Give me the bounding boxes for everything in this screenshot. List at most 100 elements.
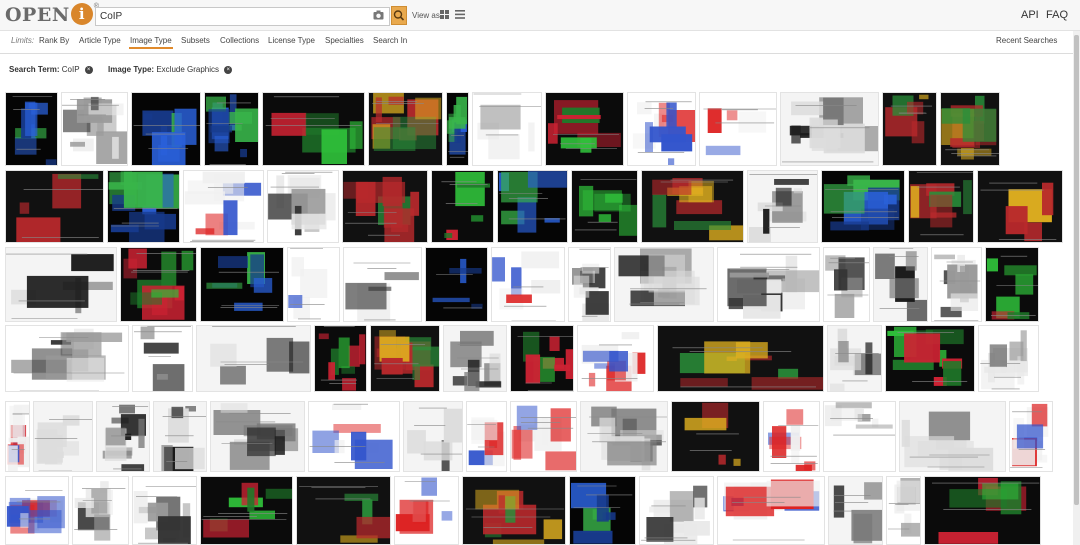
result-thumbnail[interactable] [491,247,565,322]
result-thumbnail[interactable] [425,247,488,322]
result-thumbnail[interactable] [823,247,870,322]
result-thumbnail[interactable] [931,247,982,322]
result-thumbnail[interactable] [200,247,284,322]
result-thumbnail[interactable] [1009,401,1053,472]
result-thumbnail[interactable] [446,92,469,166]
recent-searches-link[interactable]: Recent Searches [996,36,1057,45]
result-thumbnail[interactable] [571,170,638,243]
list-view-icon[interactable] [455,10,465,19]
filter-search-in[interactable]: Search In [373,36,407,45]
result-thumbnail[interactable] [823,401,896,472]
result-thumbnail[interactable] [394,476,459,545]
result-thumbnail[interactable] [370,325,440,392]
remove-search-term-icon[interactable]: × [84,65,93,74]
result-thumbnail[interactable] [120,247,197,322]
result-thumbnail[interactable] [510,401,577,472]
result-thumbnail[interactable] [639,476,714,545]
result-thumbnail[interactable] [940,92,1000,166]
result-thumbnail[interactable] [577,325,654,392]
search-button[interactable] [391,6,407,25]
result-thumbnail[interactable] [827,325,882,392]
openi-logo[interactable]: OPEN i ® [5,3,99,27]
faq-link[interactable]: FAQ [1046,9,1068,21]
result-thumbnail[interactable] [5,170,104,243]
result-thumbnail[interactable] [5,92,58,166]
result-thumbnail[interactable] [5,325,129,392]
result-thumbnail[interactable] [287,247,340,322]
filter-collections[interactable]: Collections [220,36,259,45]
result-thumbnail[interactable] [5,476,69,545]
result-thumbnail[interactable] [545,92,624,166]
result-thumbnail[interactable] [873,247,928,322]
filter-image-type[interactable]: Image Type [130,36,172,45]
result-thumbnail[interactable] [780,92,879,166]
scrollbar-thumb[interactable] [1074,35,1079,505]
result-thumbnail[interactable] [882,92,937,166]
result-thumbnail[interactable] [717,476,825,545]
result-thumbnail[interactable] [763,401,820,472]
result-thumbnail[interactable] [466,401,507,472]
result-thumbnail[interactable] [885,325,975,392]
result-thumbnail[interactable] [314,325,367,392]
result-thumbnail[interactable] [61,92,128,166]
grid-view-icon[interactable] [440,10,449,19]
result-thumbnail[interactable] [924,476,1041,545]
camera-icon[interactable] [373,10,384,20]
result-thumbnail[interactable] [580,401,668,472]
result-thumbnail[interactable] [899,401,1006,472]
result-thumbnail[interactable] [699,92,777,166]
result-thumbnail[interactable] [747,170,818,243]
result-thumbnail[interactable] [5,401,30,472]
result-thumbnail[interactable] [343,247,422,322]
result-thumbnail[interactable] [908,170,974,243]
result-thumbnail[interactable] [821,170,905,243]
api-link[interactable]: API [1021,9,1039,21]
result-thumbnail[interactable] [978,325,1039,392]
result-thumbnail[interactable] [431,170,494,243]
result-thumbnail[interactable] [368,92,443,166]
result-thumbnail[interactable] [462,476,566,545]
vertical-scrollbar[interactable] [1073,31,1080,545]
filter-rank-by[interactable]: Rank By [39,36,69,45]
result-thumbnail[interactable] [107,170,180,243]
result-thumbnail[interactable] [828,476,883,545]
result-thumbnail[interactable] [472,92,542,166]
result-thumbnail[interactable] [267,170,339,243]
result-thumbnail[interactable] [96,401,150,472]
result-thumbnail[interactable] [131,92,201,166]
result-thumbnail[interactable] [183,170,264,243]
filter-specialties[interactable]: Specialties [325,36,364,45]
result-thumbnail[interactable] [342,170,428,243]
filter-article-type[interactable]: Article Type [79,36,121,45]
result-thumbnail[interactable] [210,401,305,472]
result-thumbnail[interactable] [985,247,1039,322]
filter-license-type[interactable]: License Type [268,36,315,45]
result-thumbnail[interactable] [5,247,117,322]
result-thumbnail[interactable] [33,401,93,472]
result-thumbnail[interactable] [886,476,921,545]
result-thumbnail[interactable] [717,247,820,322]
result-thumbnail[interactable] [641,170,744,243]
result-thumbnail[interactable] [569,476,636,545]
result-thumbnail[interactable] [510,325,574,392]
result-thumbnail[interactable] [403,401,463,472]
result-thumbnail[interactable] [627,92,696,166]
result-thumbnail[interactable] [132,476,197,545]
result-thumbnail[interactable] [497,170,568,243]
result-thumbnail[interactable] [977,170,1063,243]
remove-image-type-icon[interactable]: × [224,65,233,74]
result-thumbnail[interactable] [262,92,365,166]
result-thumbnail[interactable] [132,325,193,392]
result-thumbnail[interactable] [296,476,391,545]
result-thumbnail[interactable] [204,92,259,166]
result-thumbnail[interactable] [153,401,207,472]
result-thumbnail[interactable] [568,247,611,322]
result-thumbnail[interactable] [443,325,507,392]
result-thumbnail[interactable] [657,325,824,392]
search-input[interactable] [100,9,360,23]
filter-subsets[interactable]: Subsets [181,36,210,45]
result-thumbnail[interactable] [72,476,129,545]
result-thumbnail[interactable] [671,401,760,472]
result-thumbnail[interactable] [200,476,293,545]
result-thumbnail[interactable] [196,325,311,392]
